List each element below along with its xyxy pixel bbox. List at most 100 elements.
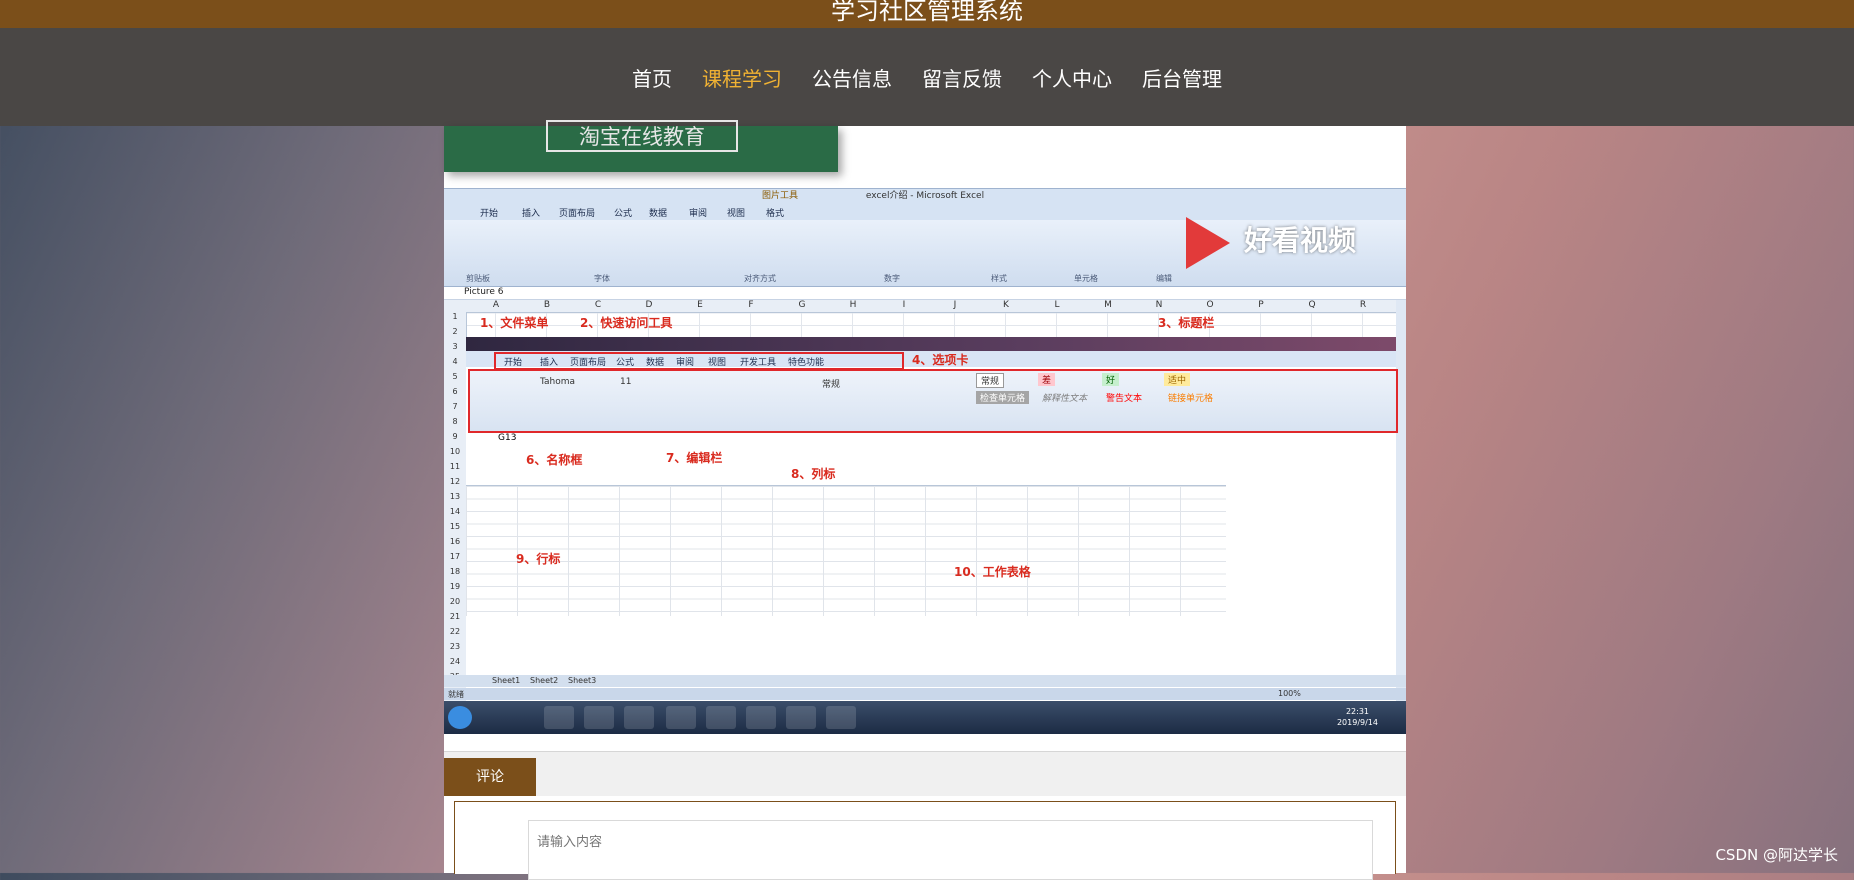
inner-number-format: 常规 [822, 380, 841, 390]
col-letter: N [1155, 300, 1163, 310]
app-icon [666, 706, 696, 729]
inner-tab: 插入 [540, 358, 559, 368]
inner-font-name: Tahoma [540, 377, 576, 387]
app-icon [746, 706, 776, 729]
nav-item-home[interactable]: 首页 [617, 63, 687, 92]
app-icon [706, 706, 736, 729]
row-number: 23 [449, 642, 461, 651]
sheet-tab: Sheet2 [530, 676, 559, 685]
csdn-credit: CSDN @阿达学长 [1715, 846, 1838, 864]
excel-icon [826, 706, 856, 729]
video-player[interactable]: 图片工具 excel介绍 - Microsoft Excel 开始 插入 页面布… [444, 188, 1406, 734]
clock-time: 22:31 [1345, 707, 1370, 716]
row-number: 22 [449, 627, 461, 636]
course-banner: 淘宝在线教育 [444, 120, 838, 172]
style-good: 好 [1102, 373, 1120, 386]
row-number: 1 [452, 312, 458, 321]
excel-tab: 开始 [480, 209, 499, 219]
inner-tab: 页面布局 [570, 358, 607, 368]
row-number: 4 [452, 357, 458, 366]
col-letter: G [798, 300, 806, 310]
site-title-bar: 学习社区管理系统 [0, 0, 1854, 28]
row-number: 8 [452, 417, 458, 426]
col-letter: R [1359, 300, 1367, 310]
inner-font-size: 11 [620, 377, 632, 387]
row-number: 9 [452, 432, 458, 441]
tab-comments[interactable]: 评论 [444, 758, 536, 796]
video-watermark: 好看视频 [1244, 224, 1357, 257]
site-title: 学习社区管理系统 [831, 0, 1023, 25]
anno-formula-bar: 7、编辑栏 [666, 451, 723, 465]
style-explanatory: 解释性文本 [1042, 394, 1088, 404]
inner-tab: 视图 [708, 358, 727, 368]
style-bad: 差 [1038, 373, 1056, 386]
col-letter: C [594, 300, 602, 310]
inner-tab: 开始 [504, 358, 523, 368]
ribbon-group-label: 对齐方式 [744, 274, 776, 283]
excel-tab: 插入 [522, 209, 541, 219]
row-number: 3 [452, 342, 458, 351]
inner-tab: 数据 [646, 358, 665, 368]
row-header: 1234567891011121314151617181920212223242… [444, 312, 467, 705]
col-letter: I [902, 300, 906, 310]
picture-tools-label: 图片工具 [762, 191, 799, 201]
excel-name-box: Picture 6 [464, 287, 504, 297]
nav-item-profile[interactable]: 个人中心 [1017, 63, 1127, 92]
row-number: 19 [449, 582, 461, 591]
comment-input[interactable] [528, 820, 1373, 880]
style-warning: 警告文本 [1106, 394, 1143, 404]
anno-file-menu: 1、文件菜单 [480, 316, 549, 330]
inner-worksheet [466, 485, 1226, 616]
ie-icon [544, 706, 574, 729]
excel-tab: 视图 [727, 209, 746, 219]
ribbon-group-label: 单元格 [1074, 274, 1098, 283]
excel-ribbon-tabs: 开始 插入 页面布局 公式 数据 审阅 视图 格式 [444, 203, 1406, 220]
status-text: 就绪 [448, 690, 464, 699]
inner-title-bar [466, 337, 1396, 351]
row-number: 6 [452, 387, 458, 396]
style-neutral: 适中 [1164, 373, 1191, 386]
anno-col-header: 8、列标 [791, 467, 836, 481]
style-check-cell: 检查单元格 [976, 391, 1030, 404]
nav-item-courses[interactable]: 课程学习 [687, 63, 797, 92]
anno-name-box: 6、名称框 [526, 453, 583, 467]
nav-item-feedback[interactable]: 留言反馈 [907, 63, 1017, 92]
inner-tab: 特色功能 [788, 358, 825, 368]
course-content: 淘宝在线教育 图片工具 excel介绍 - Microsoft Excel 开始… [444, 120, 1406, 880]
nav-item-admin[interactable]: 后台管理 [1127, 63, 1237, 92]
row-number: 17 [449, 552, 461, 561]
col-letter: L [1054, 300, 1060, 310]
col-letter: B [543, 300, 551, 310]
anno-row-header: 9、行标 [516, 552, 561, 566]
anno-quick-access: 2、快速访问工具 [580, 316, 673, 330]
col-letter: A [492, 300, 500, 310]
clock-date: 2019/9/14 [1336, 718, 1378, 727]
excel-title-text: excel介绍 - Microsoft Excel [865, 191, 985, 201]
row-number: 21 [449, 612, 461, 621]
row-number: 15 [449, 522, 461, 531]
style-normal: 常规 [976, 373, 1005, 388]
col-letter: Q [1308, 300, 1316, 310]
app-icon [786, 706, 816, 729]
col-letter: K [1003, 300, 1009, 310]
media-icon [624, 706, 654, 729]
nav-item-announcements[interactable]: 公告信息 [797, 63, 907, 92]
col-letter: D [645, 300, 653, 310]
banner-label: 淘宝在线教育 [546, 120, 738, 152]
comment-tabs: 评论 [444, 751, 1406, 796]
anno-title-bar: 3、标题栏 [1158, 316, 1215, 330]
row-number: 20 [449, 597, 461, 606]
col-letter: H [849, 300, 857, 310]
row-number: 16 [449, 537, 461, 546]
inner-tab: 公式 [616, 358, 635, 368]
row-number: 5 [452, 372, 458, 381]
inner-menu-bar: 开始 插入 页面布局 公式 数据 审阅 视图 开发工具 特色功能 4、选项卡 [466, 351, 1396, 370]
taskbar-clock: 22:31 2019/9/14 [1337, 706, 1378, 728]
anno-tabs: 4、选项卡 [912, 353, 969, 367]
excel-status-bar: 就绪 100% [444, 688, 1406, 700]
inner-excel-screenshot: 开始 插入 页面布局 公式 数据 审阅 视图 开发工具 特色功能 4、选项卡 T… [466, 337, 1398, 707]
col-letter: O [1206, 300, 1214, 310]
windows-taskbar: 22:31 2019/9/14 [444, 701, 1406, 734]
excel-tab: 公式 [614, 209, 633, 219]
excel-tab: 数据 [649, 209, 668, 219]
